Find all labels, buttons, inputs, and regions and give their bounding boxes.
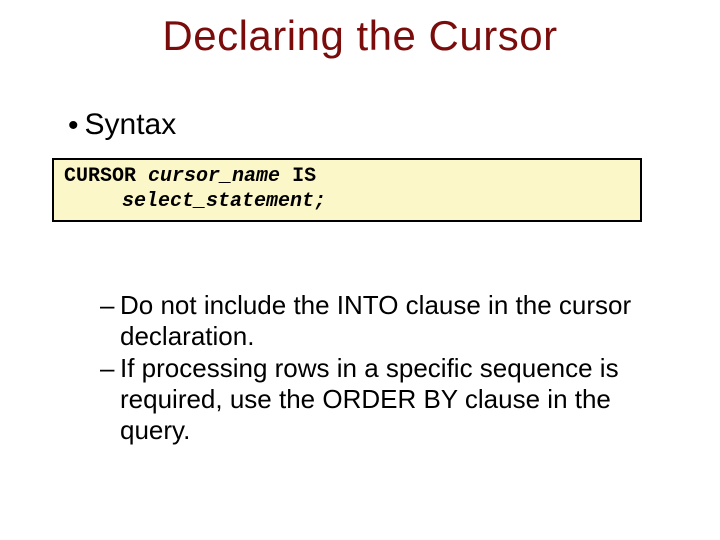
bullet-syntax-label: Syntax <box>85 108 177 141</box>
kw-cursor: CURSOR <box>64 165 136 188</box>
bullet-dot-icon: • <box>68 111 79 141</box>
kw-is: IS <box>292 165 316 188</box>
page-title: Declaring the Cursor <box>0 12 720 60</box>
notes-list: –Do not include the INTO clause in the c… <box>100 290 660 447</box>
ident-select-stmt: select_statement; <box>122 190 326 213</box>
dash-icon: – <box>100 290 114 321</box>
bullet-syntax: •Syntax <box>68 108 176 142</box>
note-text: If processing rows in a specific sequenc… <box>120 353 619 444</box>
code-box: CURSOR cursor_name IS select_statement; <box>52 158 642 222</box>
ident-cursor-name: cursor_name <box>148 165 280 188</box>
note-item: –If processing rows in a specific sequen… <box>100 353 660 445</box>
note-item: –Do not include the INTO clause in the c… <box>100 290 660 351</box>
dash-icon: – <box>100 353 114 384</box>
code-line-2: select_statement; <box>64 189 630 214</box>
slide: Declaring the Cursor •Syntax CURSOR curs… <box>0 0 720 540</box>
code-line-1: CURSOR cursor_name IS <box>64 164 630 189</box>
note-text: Do not include the INTO clause in the cu… <box>120 290 631 351</box>
